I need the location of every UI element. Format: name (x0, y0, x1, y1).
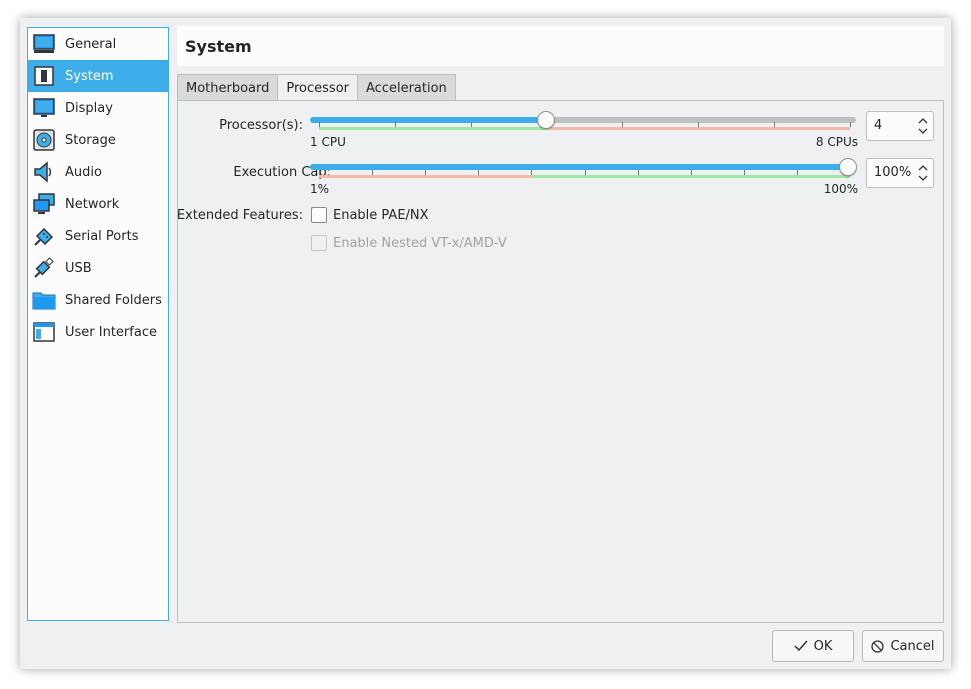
proc-tick (698, 122, 700, 127)
chip-icon (32, 64, 56, 88)
serial-port-icon (32, 224, 56, 248)
processor-count-spinbox[interactable]: 4 (866, 111, 934, 141)
sidebar-item-label: General (65, 36, 117, 52)
tab-label: Motherboard (186, 80, 270, 96)
proc-tick (470, 122, 472, 127)
cancel-button[interactable]: Cancel (862, 630, 944, 662)
ok-button[interactable]: OK (772, 630, 854, 662)
page-header: System (177, 26, 944, 66)
proc-tick (319, 122, 320, 127)
cap-tick (637, 170, 639, 175)
processor-slider-fill (310, 117, 545, 123)
page-title: System (185, 37, 252, 56)
spin-arrows-icon[interactable] (917, 115, 929, 137)
enable-pae-nx-label[interactable]: Enable PAE/NX (333, 208, 429, 223)
execution-cap-safe-zone (531, 175, 850, 178)
cap-tick (584, 170, 586, 175)
cap-tick (425, 170, 427, 175)
sidebar-item-system[interactable]: System (28, 60, 168, 92)
sidebar-item-label: Shared Folders (65, 292, 162, 308)
sidebar-item-label: Display (65, 100, 113, 116)
sidebar-item-label: System (65, 68, 114, 84)
processor-count-value: 4 (874, 118, 883, 133)
tab-acceleration[interactable]: Acceleration (357, 74, 456, 101)
execution-cap-warning-zone (319, 175, 532, 178)
execution-cap-max-label: 100% (823, 182, 858, 196)
sidebar-item-label: Storage (65, 132, 116, 148)
execution-cap-min-label: 1% (310, 182, 330, 196)
spin-arrows-icon[interactable] (917, 162, 929, 184)
sidebar-item-label: User Interface (65, 324, 157, 340)
speaker-icon (32, 160, 56, 184)
sidebar-item-serial-ports[interactable]: Serial Ports (28, 220, 168, 252)
proc-tick (622, 122, 624, 127)
cap-tick (372, 170, 374, 175)
tab-label: Processor (286, 81, 350, 96)
cap-tick (796, 170, 798, 175)
processor-slider-handle[interactable] (536, 111, 555, 129)
processor-min-label: 1 CPU (310, 135, 346, 149)
settings-dialog: General System Display Storage Audio Net… (20, 18, 951, 669)
sidebar-item-label: Serial Ports (65, 228, 139, 244)
disk-icon (32, 128, 56, 152)
tab-processor[interactable]: Processor (277, 74, 359, 102)
checkmark-icon (794, 640, 808, 652)
processor-safe-zone (319, 127, 547, 130)
processor-max-label: 8 CPUs (815, 135, 858, 149)
tab-label: Acceleration (366, 80, 447, 96)
sidebar-item-usb[interactable]: USB (28, 252, 168, 284)
sidebar-item-storage[interactable]: Storage (28, 124, 168, 156)
sidebar-item-label: USB (65, 260, 92, 276)
cap-tick (319, 170, 320, 175)
tab-motherboard[interactable]: Motherboard (177, 74, 279, 101)
cancel-icon (871, 639, 885, 653)
processor-warning-zone (546, 127, 850, 130)
proc-tick (394, 122, 396, 127)
execution-cap-value: 100% (874, 165, 912, 180)
monitor-icon (32, 32, 56, 56)
processor-count-label: Processor(s): (219, 118, 303, 133)
cap-tick (690, 170, 692, 175)
sidebar-item-network[interactable]: Network (28, 188, 168, 220)
cap-tick (531, 170, 533, 175)
sidebar-item-shared-folders[interactable]: Shared Folders (28, 284, 168, 316)
settings-sidebar: General System Display Storage Audio Net… (27, 27, 169, 621)
execution-cap-slider-handle[interactable] (839, 158, 857, 176)
execution-cap-spinbox[interactable]: 100% (866, 158, 934, 188)
extended-features-label: Extended Features: (176, 208, 303, 223)
execution-cap-slider-fill (310, 164, 856, 170)
cap-tick (478, 170, 480, 175)
sidebar-item-label: Audio (65, 164, 102, 180)
enable-pae-nx-checkbox[interactable] (311, 207, 327, 223)
sidebar-item-audio[interactable]: Audio (28, 156, 168, 188)
proc-tick (774, 122, 776, 127)
sidebar-item-user-interface[interactable]: User Interface (28, 316, 168, 348)
sidebar-item-general[interactable]: General (28, 28, 168, 60)
ok-button-label: OK (813, 638, 833, 654)
sidebar-item-display[interactable]: Display (28, 92, 168, 124)
enable-nested-vtx-checkbox[interactable] (311, 235, 327, 251)
window-icon (32, 320, 56, 344)
network-icon (32, 192, 56, 216)
cap-tick (743, 170, 745, 175)
tab-bar: Motherboard Processor Acceleration (177, 74, 456, 102)
cancel-button-label: Cancel (890, 638, 935, 654)
proc-tick (850, 122, 851, 127)
usb-icon (32, 256, 56, 280)
enable-nested-vtx-label[interactable]: Enable Nested VT-x/AMD-V (333, 236, 507, 251)
display-icon (32, 96, 56, 120)
folder-icon (32, 288, 56, 312)
sidebar-item-label: Network (65, 196, 120, 212)
